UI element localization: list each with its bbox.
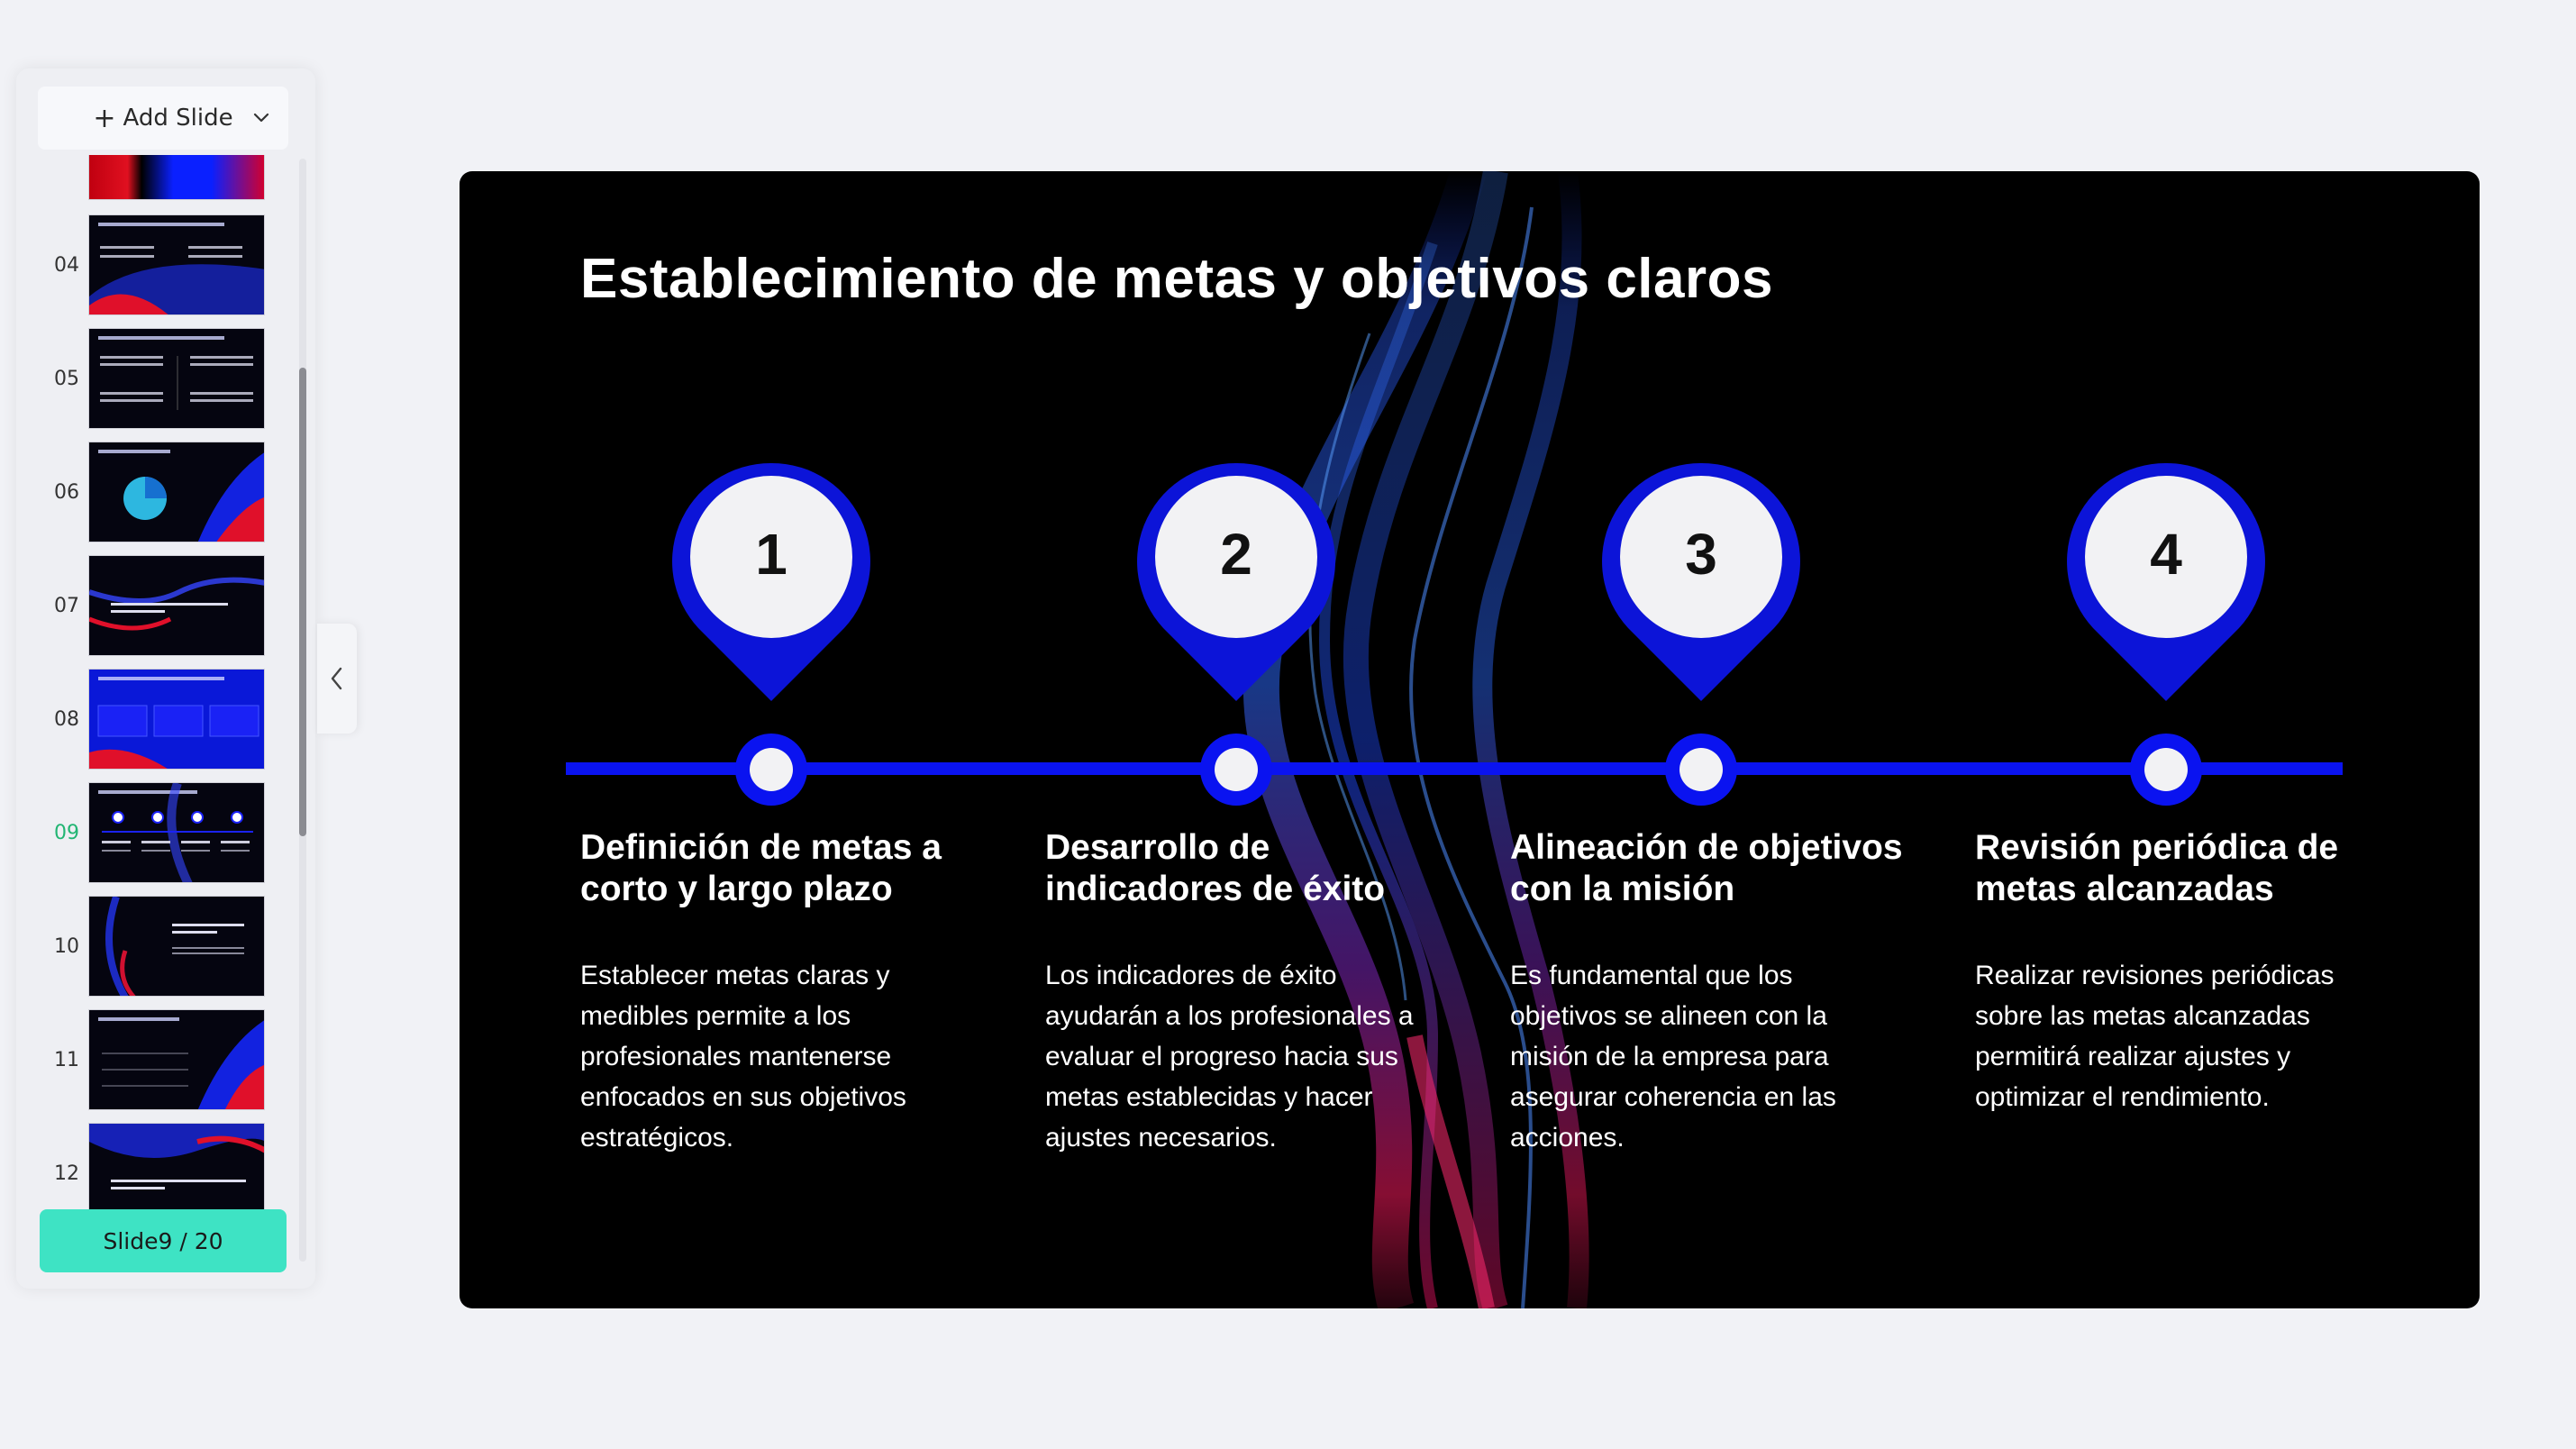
thumbnail-number: 07 [54, 594, 79, 617]
chevron-down-icon[interactable] [250, 106, 272, 128]
step-number: 2 [1220, 522, 1252, 587]
timeline-dot [1665, 734, 1737, 806]
thumbnail-row[interactable]: 06 [16, 442, 296, 542]
slide-counter: Slide9 / 20 [40, 1209, 287, 1272]
step-4-pin: 4 [2062, 458, 2270, 712]
timeline-line [566, 762, 2343, 775]
thumbnail-row[interactable]: 09 [16, 782, 296, 883]
slide-thumbnail[interactable] [88, 896, 265, 997]
thumbnail-number: 05 [54, 367, 79, 390]
slide-sidebar: + Add Slide 04 05 06 07 08 09 10 11 12 S… [16, 68, 315, 1289]
add-slide-button[interactable]: + Add Slide [38, 87, 288, 150]
thumbnail-number: 08 [54, 707, 79, 731]
slide-title[interactable]: Establecimiento de metas y objetivos cla… [580, 247, 2292, 311]
step-1-title[interactable]: Definición de metas a corto y largo plaz… [580, 827, 986, 910]
step-3-pin: 3 [1597, 458, 1805, 712]
step-1-pin: 1 [668, 458, 875, 712]
timeline-dot [735, 734, 807, 806]
thumbnail-row[interactable] [16, 155, 296, 200]
step-4-body[interactable]: Realizar revisiones periódicas sobre las… [1975, 955, 2371, 1117]
thumbnail-row[interactable]: 10 [16, 896, 296, 997]
slide-thumbnail-list[interactable]: 04 05 06 07 08 09 10 11 12 [16, 155, 296, 1262]
timeline-dot [2130, 734, 2202, 806]
thumbnail-row[interactable]: 08 [16, 669, 296, 770]
slide-thumbnail-active[interactable] [88, 782, 265, 883]
step-2-pin: 2 [1133, 458, 1340, 712]
step-2-body[interactable]: Los indicadores de éxito ayudarán a los … [1045, 955, 1442, 1158]
scrollbar-thumb[interactable] [299, 368, 306, 836]
thumbnail-row[interactable]: 07 [16, 555, 296, 656]
thumbnail-number: 04 [54, 253, 79, 277]
step-3-title[interactable]: Alineación de objetivos con la misión [1510, 827, 1916, 910]
step-3-body[interactable]: Es fundamental que los objetivos se alin… [1510, 955, 1907, 1158]
plus-icon: + [93, 102, 116, 134]
thumbnail-row[interactable]: 11 [16, 1009, 296, 1110]
thumbnail-scrollbar[interactable] [299, 159, 306, 1262]
slide-thumbnail[interactable] [88, 155, 265, 200]
timeline-dot [1200, 734, 1272, 806]
step-number: 4 [2150, 522, 2182, 587]
slide-thumbnail[interactable] [88, 214, 265, 315]
step-1-body[interactable]: Establecer metas claras y medibles permi… [580, 955, 977, 1158]
step-4-title[interactable]: Revisión periódica de metas alcanzadas [1975, 827, 2380, 910]
slide-thumbnail[interactable] [88, 328, 265, 429]
thumbnail-number: 09 [54, 821, 79, 844]
thumbnail-number: 12 [54, 1162, 79, 1185]
step-2-title[interactable]: Desarrollo de indicadores de éxito [1045, 827, 1451, 910]
step-number: 1 [755, 522, 787, 587]
add-slide-label: Add Slide [123, 105, 233, 132]
slide-thumbnail[interactable] [88, 1009, 265, 1110]
thumbnail-number: 10 [54, 934, 79, 958]
thumbnail-number: 11 [54, 1048, 79, 1071]
step-number: 3 [1685, 522, 1717, 587]
slide-thumbnail[interactable] [88, 555, 265, 656]
slide-thumbnail[interactable] [88, 442, 265, 542]
thumbnail-row[interactable]: 05 [16, 328, 296, 429]
thumbnail-number: 06 [54, 480, 79, 504]
collapse-sidebar-button[interactable] [317, 624, 357, 734]
thumbnail-row[interactable]: 04 [16, 214, 296, 315]
slide-canvas[interactable]: Establecimiento de metas y objetivos cla… [460, 171, 2480, 1308]
chevron-left-icon [331, 667, 342, 690]
slide-thumbnail[interactable] [88, 669, 265, 770]
